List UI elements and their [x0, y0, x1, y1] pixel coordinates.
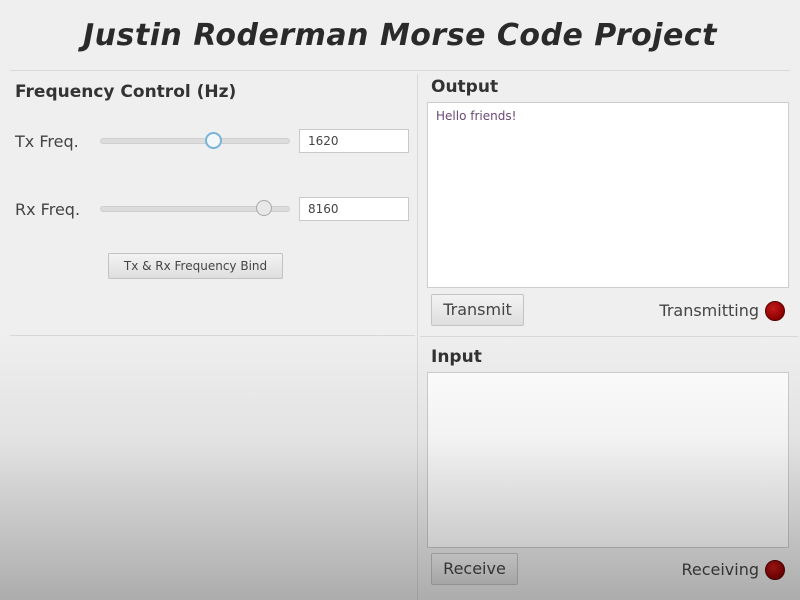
rx-freq-label: Rx Freq. — [15, 200, 81, 219]
app-title: Justin Roderman Morse Code Project — [83, 18, 717, 53]
frequency-control-title: Frequency Control (Hz) — [15, 82, 237, 102]
app-window: Justin Roderman Morse Code Project Frequ… — [0, 0, 800, 600]
title-divider — [10, 70, 790, 71]
receiving-status-label: Receiving — [681, 560, 759, 579]
rx-freq-input[interactable]: 8160 — [299, 197, 409, 221]
tx-freq-slider-thumb[interactable] — [204, 132, 222, 149]
input-title: Input — [431, 347, 482, 367]
transmitting-indicator-icon — [765, 301, 785, 321]
transmit-button[interactable]: Transmit — [431, 294, 524, 326]
tx-freq-label: Tx Freq. — [15, 132, 79, 151]
left-horizontal-divider — [10, 335, 415, 336]
right-horizontal-divider — [420, 336, 798, 337]
rx-freq-slider-thumb[interactable] — [255, 200, 272, 216]
receiving-indicator-icon — [765, 560, 785, 580]
tx-freq-input[interactable]: 1620 — [299, 129, 409, 153]
frequency-bind-button[interactable]: Tx & Rx Frequency Bind — [108, 253, 283, 279]
vertical-divider — [417, 74, 418, 600]
transmitting-status-label: Transmitting — [659, 301, 759, 320]
input-textarea[interactable] — [427, 372, 789, 548]
tx-freq-slider[interactable] — [100, 138, 290, 144]
output-textarea[interactable]: Hello friends! — [427, 102, 789, 288]
receive-button[interactable]: Receive — [431, 553, 518, 585]
output-title: Output — [431, 77, 499, 97]
